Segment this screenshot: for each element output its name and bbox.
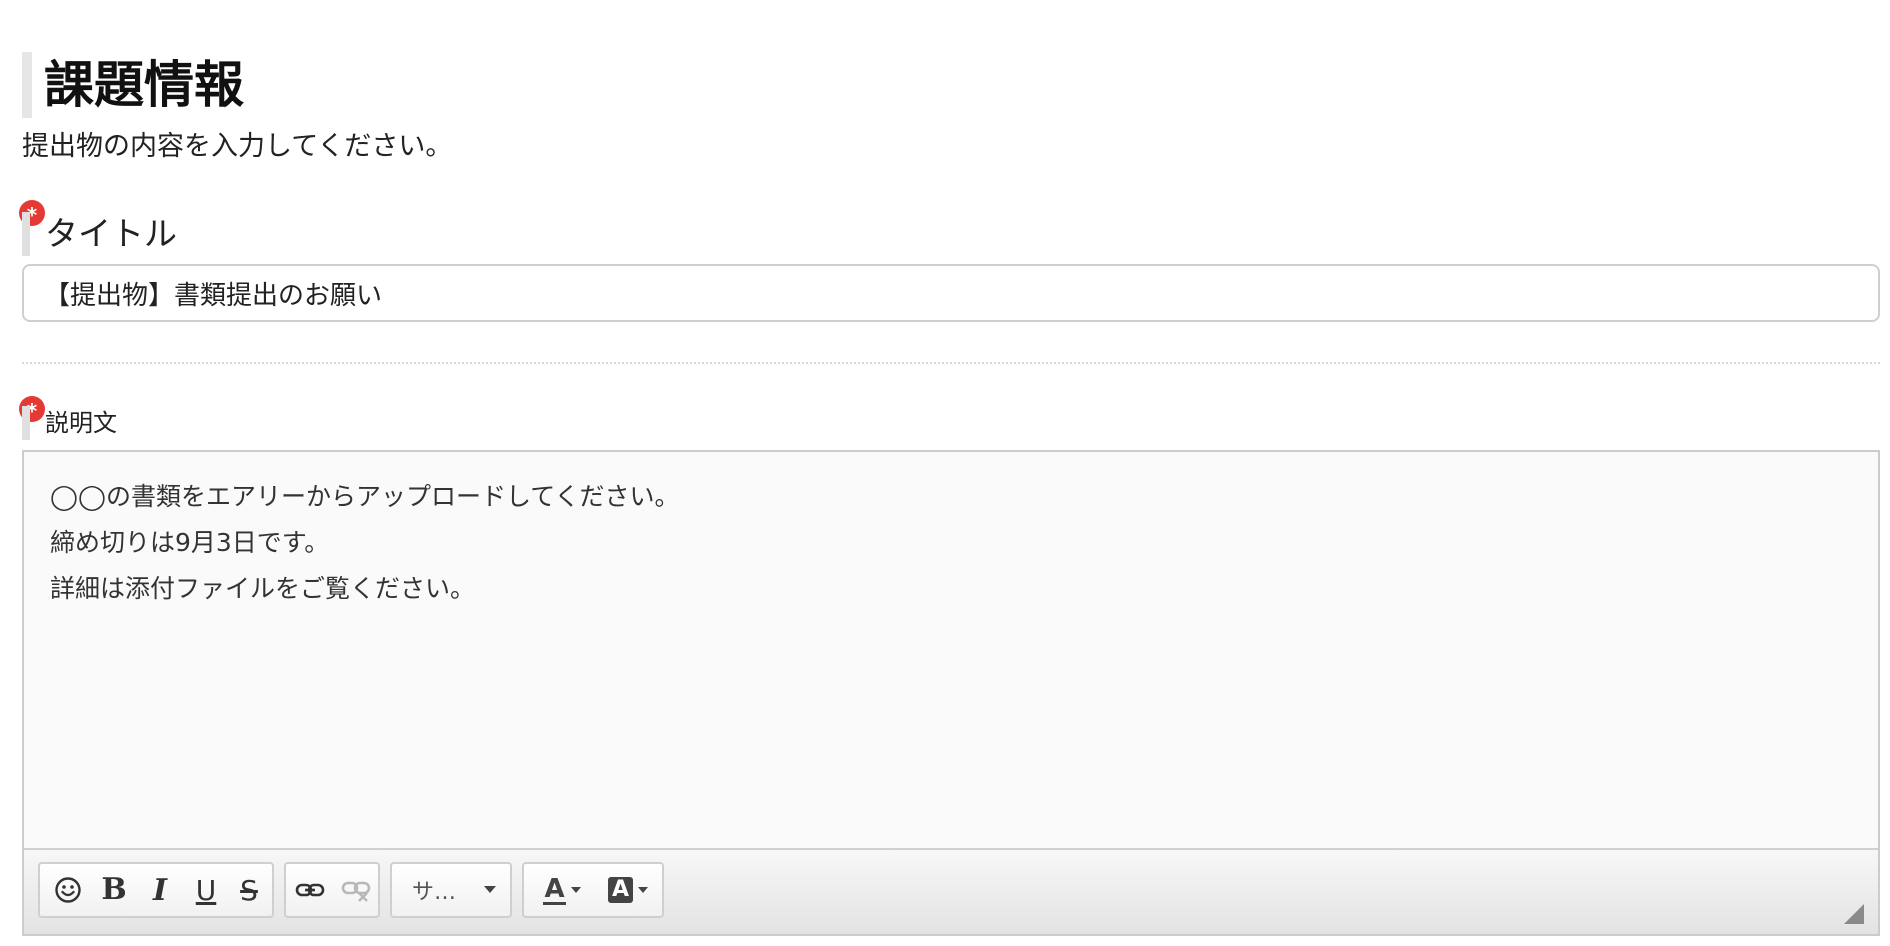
background-color-icon: A: [607, 877, 634, 903]
description-label: 説明文: [22, 406, 117, 440]
description-line: 締め切りは9月3日です。: [50, 528, 330, 557]
insert-link-button[interactable]: [286, 864, 334, 916]
section-divider: [22, 362, 1880, 364]
remove-link-button[interactable]: [332, 864, 380, 916]
chevron-down-icon: [484, 886, 496, 893]
strikethrough-button[interactable]: S: [224, 864, 274, 916]
editor-toolbar: B I U S サ… A A: [24, 848, 1878, 934]
text-color-icon: A: [543, 873, 566, 905]
instruction-text: 提出物の内容を入力してください。: [22, 131, 453, 162]
description-editor[interactable]: ◯◯の書類をエアリーからアップロードしてください。 締め切りは9月3日です。 詳…: [22, 450, 1880, 936]
page-title: 課題情報: [22, 51, 244, 118]
font-select[interactable]: サ…: [390, 862, 512, 918]
color-button-group: A A: [522, 862, 664, 918]
description-line: ◯◯の書類をエアリーからアップロードしてください。: [50, 482, 680, 511]
font-select-value: サ…: [412, 880, 457, 905]
text-color-button[interactable]: A: [530, 864, 594, 916]
unlink-icon: [341, 881, 371, 902]
chevron-down-icon: [570, 887, 581, 893]
bold-label: B: [101, 872, 127, 907]
description-line: 詳細は添付ファイルをご覧ください。: [50, 574, 476, 603]
title-input[interactable]: [22, 264, 1880, 322]
link-button-group: [284, 862, 380, 918]
resize-handle-icon[interactable]: [1844, 904, 1864, 924]
italic-label: I: [152, 872, 168, 908]
underline-label: U: [195, 873, 217, 907]
strikethrough-label: S: [240, 873, 258, 907]
smiley-icon: [55, 877, 81, 903]
background-color-button[interactable]: A: [596, 864, 660, 916]
title-label: タイトル: [22, 212, 177, 256]
link-icon: [295, 883, 325, 897]
format-button-group: B I U S: [38, 862, 274, 918]
description-textarea[interactable]: ◯◯の書類をエアリーからアップロードしてください。 締め切りは9月3日です。 詳…: [50, 474, 1852, 612]
chevron-down-icon: [638, 887, 649, 893]
